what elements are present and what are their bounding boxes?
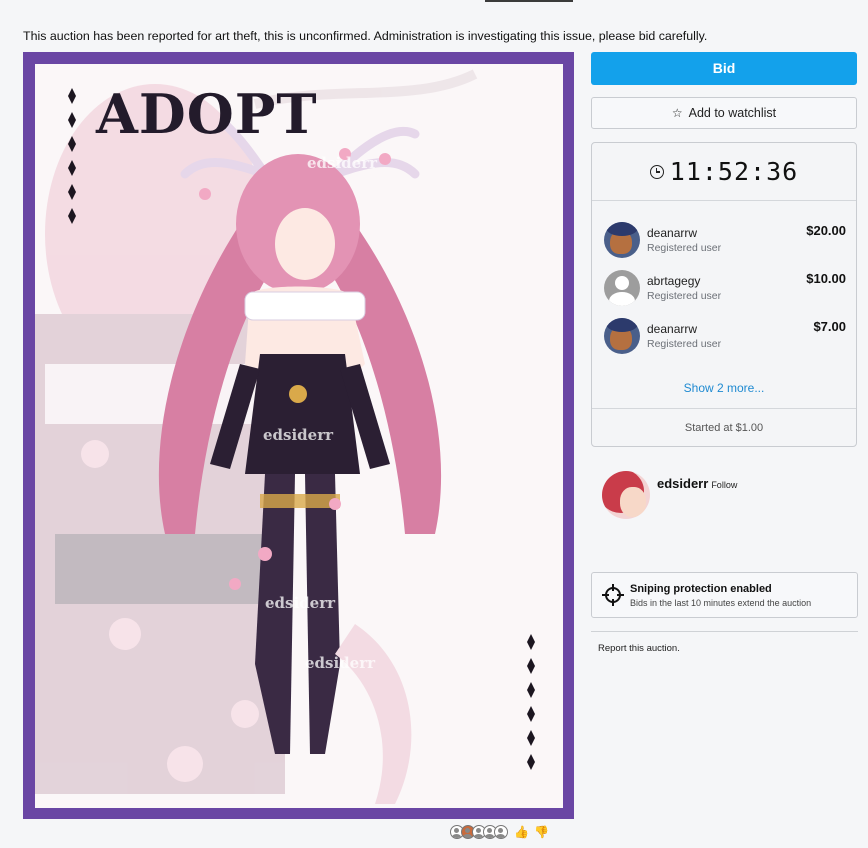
thumbs-up-icon[interactable]: 👍 <box>514 825 529 839</box>
divider <box>591 631 858 632</box>
starting-price: Started at $1.00 <box>684 422 764 434</box>
avatar[interactable] <box>604 270 640 306</box>
seller-info: edsiderr Follow <box>602 471 737 519</box>
avatar[interactable] <box>604 318 640 354</box>
seller-name[interactable]: edsiderr <box>657 476 708 491</box>
bidder-name[interactable]: deanarrw <box>647 226 806 240</box>
bidder-role: Registered user <box>647 242 722 254</box>
viewer-avatar[interactable] <box>494 825 508 839</box>
artwork-image[interactable]: ADOPT edsiderr edsiderr edsiderr edsider… <box>35 64 563 808</box>
add-to-watchlist-button[interactable]: ☆ Add to watchlist <box>591 97 857 129</box>
show-more-bids-link[interactable]: Show 2 more... <box>592 381 856 395</box>
bid-entry: deanarrw Registered user $7.00 <box>604 316 846 356</box>
reaction-bar: 👍 👎 <box>450 825 549 839</box>
seller-avatar[interactable] <box>602 471 650 519</box>
watermark: edsiderr <box>263 426 334 444</box>
watermark: edsiderr <box>265 594 336 612</box>
bidder-name[interactable]: abrtagegy <box>647 274 806 288</box>
bidder-name[interactable]: deanarrw <box>647 322 813 336</box>
adopt-title: ADOPT <box>96 82 318 146</box>
watermark: edsiderr <box>305 654 376 672</box>
avatar[interactable] <box>604 222 640 258</box>
countdown-timer: 11:52:36 <box>592 157 856 186</box>
watchlist-label: Add to watchlist <box>688 106 777 120</box>
sniping-title: Sniping protection enabled <box>630 582 772 595</box>
sniping-description: Bids in the last 10 minutes extend the a… <box>630 597 812 608</box>
star-outline-icon: ☆ <box>671 106 683 120</box>
artwork-frame[interactable]: ADOPT edsiderr edsiderr edsiderr edsider… <box>23 52 574 819</box>
crosshair-icon <box>602 584 624 606</box>
bidder-role: Registered user <box>647 338 722 350</box>
bid-amount: $7.00 <box>813 319 846 334</box>
auction-status-panel: 11:52:36 deanarrw Registered user $20.00… <box>591 142 857 447</box>
thumbs-down-icon[interactable]: 👎 <box>534 825 549 839</box>
clock-icon <box>649 164 664 179</box>
divider <box>592 200 856 201</box>
sniping-protection-notice: Sniping protection enabled Bids in the l… <box>591 572 858 618</box>
follow-button[interactable]: Follow <box>711 480 737 490</box>
report-auction-link[interactable]: Report this auction. <box>598 643 680 654</box>
top-tab-indicator <box>485 0 573 2</box>
bid-entry: deanarrw Registered user $20.00 <box>604 220 846 260</box>
bid-amount: $20.00 <box>806 223 846 238</box>
divider <box>592 408 856 409</box>
bidder-role: Registered user <box>647 290 722 302</box>
art-theft-notice: This auction has been reported for art t… <box>23 29 708 43</box>
watermark: edsiderr <box>307 154 378 172</box>
bid-amount: $10.00 <box>806 271 846 286</box>
bid-entry: abrtagegy Registered user $10.00 <box>604 268 846 308</box>
timer-value: 11:52:36 <box>669 157 799 186</box>
bid-button[interactable]: Bid <box>591 52 857 85</box>
